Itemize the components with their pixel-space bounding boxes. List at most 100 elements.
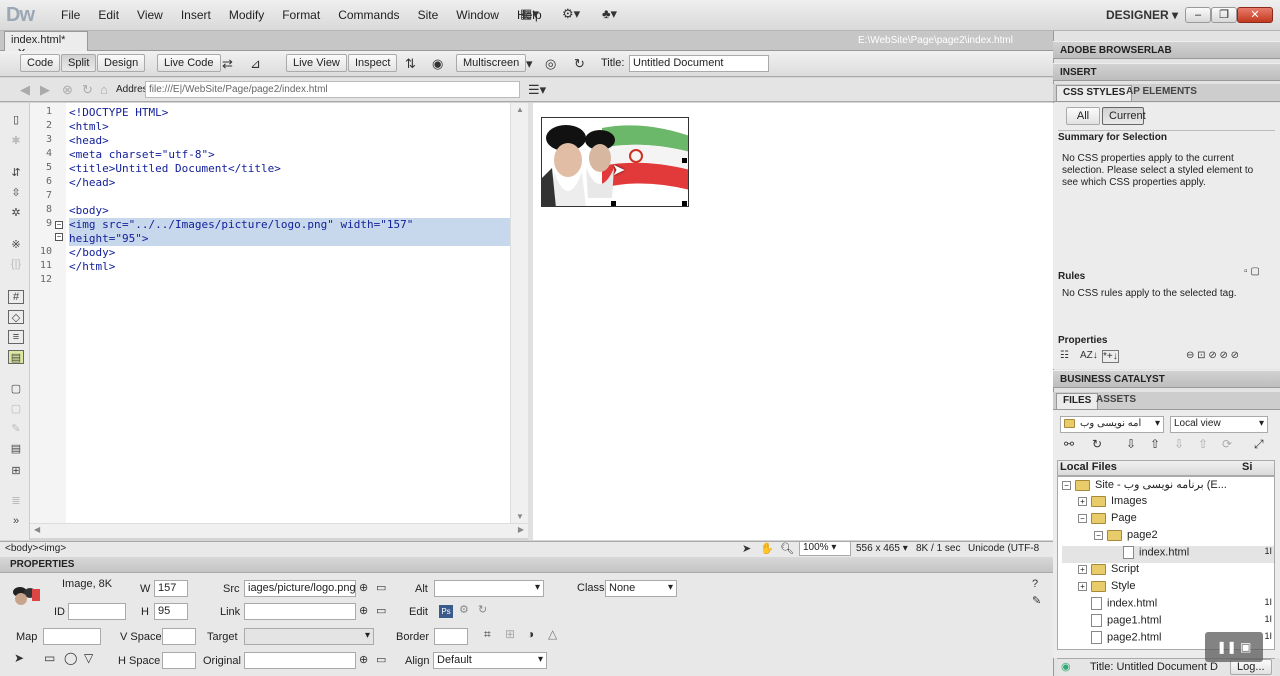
site-select[interactable]: امه نویسی وب xyxy=(1060,416,1164,433)
border-input[interactable] xyxy=(434,628,468,645)
code-line[interactable]: <img src="../../Images/picture/logo.png"… xyxy=(69,218,510,232)
window-size[interactable]: 556 x 465 ▾ xyxy=(856,543,908,554)
collapse-tag-icon[interactable]: ⇵ xyxy=(8,166,24,180)
sync-icon[interactable]: ⟳ xyxy=(1222,437,1232,451)
select-tool-icon[interactable]: ➤ xyxy=(742,542,751,555)
expand-toggle-icon[interactable]: + xyxy=(1078,581,1087,591)
crop-icon[interactable]: ⌗ xyxy=(484,627,491,642)
remove-comment-icon[interactable]: ▢ xyxy=(8,402,24,416)
expand-toggle-icon[interactable]: − xyxy=(1062,480,1071,490)
resize-handle-corner[interactable] xyxy=(682,201,687,206)
tag-selector[interactable]: <body><img> xyxy=(5,543,66,554)
menu-insert[interactable]: Insert xyxy=(172,8,220,22)
live-code-button[interactable]: Live Code xyxy=(157,54,221,72)
sharpen-icon[interactable]: △ xyxy=(548,627,557,641)
photoshop-edit-icon[interactable]: Ps xyxy=(439,605,453,618)
alt-select[interactable] xyxy=(434,580,544,597)
fold-end-icon[interactable]: − xyxy=(55,233,63,241)
polygon-hotspot-icon[interactable]: ▽ xyxy=(84,651,93,665)
home-icon[interactable]: ⌂ xyxy=(100,82,108,97)
update-from-original-icon[interactable]: ↻ xyxy=(478,603,487,616)
expand-panel-icon[interactable]: ⤢ xyxy=(1254,437,1264,452)
code-line[interactable] xyxy=(69,274,549,288)
width-input[interactable]: 157 xyxy=(154,580,188,597)
menu-commands[interactable]: Commands xyxy=(329,8,408,22)
code-line[interactable]: <meta charset="utf-8"> xyxy=(69,148,549,162)
help-icon[interactable]: ? xyxy=(1032,578,1038,590)
code-line[interactable]: <html> xyxy=(69,120,549,134)
checkin-icon[interactable]: ⇧ xyxy=(1198,437,1208,451)
rules-info-icon[interactable]: ▫ ▢ xyxy=(1244,266,1260,277)
code-line[interactable]: <title>Untitled Document</title> xyxy=(69,162,549,176)
move-css-icon[interactable]: ⊞ xyxy=(8,464,24,478)
split-view-button[interactable]: Split xyxy=(61,54,97,72)
code-editor[interactable]: <!DOCTYPE HTML> <html> <head> <meta charset… xyxy=(66,103,510,523)
attach-stylesheet-icon[interactable]: ⊖ ⊡ ⊘ ⊘ ⊘ xyxy=(1186,350,1239,361)
id-input[interactable] xyxy=(68,603,126,620)
wrap-tag-icon[interactable]: ✎ xyxy=(8,422,24,436)
file-tree-item[interactable]: + Style xyxy=(1062,580,1274,597)
reload-icon[interactable]: ↻ xyxy=(82,82,93,98)
link-folder-icon[interactable]: ▭ xyxy=(376,604,386,617)
select-parent-tag-icon[interactable]: ※ xyxy=(8,238,24,252)
code-line[interactable]: </head> xyxy=(69,176,549,190)
original-input[interactable] xyxy=(244,652,356,669)
site-icon[interactable]: ♣▾ xyxy=(602,6,617,22)
highlight-invalid-icon[interactable]: ◇ xyxy=(8,310,24,324)
connect-icon[interactable]: ⚯ xyxy=(1064,437,1074,451)
forward-icon[interactable]: ▶ xyxy=(40,82,50,98)
brightness-icon[interactable]: ◑ xyxy=(527,627,534,641)
tab-assets[interactable]: ASSETS xyxy=(1090,393,1142,409)
code-line[interactable]: <!DOCTYPE HTML> xyxy=(69,106,549,120)
file-tree-item[interactable]: − Page xyxy=(1062,512,1274,529)
edit-settings-icon[interactable]: ⚙ xyxy=(459,603,469,616)
refresh-files-icon[interactable]: ↻ xyxy=(1092,437,1102,451)
address-input[interactable]: file:///E|/WebSite/Page/page2/index.html xyxy=(145,81,520,98)
code-line[interactable]: <body> xyxy=(69,204,549,218)
target-select[interactable] xyxy=(244,628,374,645)
properties-header[interactable]: PROPERTIES xyxy=(0,557,1053,573)
css-current-button[interactable]: Current xyxy=(1102,107,1146,125)
circle-hotspot-icon[interactable]: ◯ xyxy=(64,651,77,665)
menu-window[interactable]: Window xyxy=(447,8,508,22)
workspace-switcher[interactable]: DESIGNER ▾ xyxy=(1106,8,1178,22)
code-line[interactable] xyxy=(69,190,549,204)
expand-toggle-icon[interactable]: − xyxy=(1078,513,1087,523)
browserlab-panel-header[interactable]: ADOBE BROWSERLAB xyxy=(1053,41,1280,59)
file-tree-item[interactable]: − Site - برنامه نویسی وب (E... xyxy=(1062,478,1274,495)
get-files-icon[interactable]: ⇩ xyxy=(1126,437,1136,451)
code-line[interactable]: <head> xyxy=(69,134,549,148)
code-vertical-scrollbar[interactable]: ▼ ▲ xyxy=(510,103,528,523)
code-horizontal-scrollbar[interactable]: ◀ ▶ xyxy=(30,523,528,538)
file-tree-item[interactable]: + Images xyxy=(1062,495,1274,512)
file-tree-item[interactable]: − page2 xyxy=(1062,529,1274,546)
hand-tool-icon[interactable]: ✋ xyxy=(760,542,774,555)
align-select[interactable]: Default xyxy=(433,652,547,669)
tab-ap-elements[interactable]: AP ELEMENTS xyxy=(1120,85,1203,101)
file-tree-item[interactable]: + Script xyxy=(1062,563,1274,580)
map-input[interactable] xyxy=(43,628,101,645)
local-files-header[interactable]: Local Files xyxy=(1060,461,1117,473)
checkout-icon[interactable]: ⇩ xyxy=(1174,437,1184,451)
preview-icon[interactable]: ◉ xyxy=(432,56,443,72)
quick-tag-editor-icon[interactable]: ✎ xyxy=(1032,594,1041,607)
browse-folder-icon[interactable]: ▭ xyxy=(376,581,386,594)
gear-icon[interactable]: ⚙▾ xyxy=(562,6,580,22)
design-view-button[interactable]: Design xyxy=(97,54,146,72)
live-view-button[interactable]: Live View xyxy=(286,54,347,72)
resize-handle-bottom[interactable] xyxy=(611,201,616,206)
inspect-code-icon[interactable]: ⇄ xyxy=(222,56,233,72)
show-code-navigator-icon[interactable]: ✱ xyxy=(8,134,24,148)
insert-panel-header[interactable]: INSERT xyxy=(1053,63,1280,81)
restore-button[interactable]: ❐ xyxy=(1211,7,1237,23)
class-select[interactable]: None xyxy=(605,580,677,597)
more-tools-icon[interactable]: » xyxy=(8,515,24,529)
visual-aids-icon[interactable]: ◎ xyxy=(545,56,556,72)
menu-view[interactable]: View xyxy=(128,8,172,22)
menu-format[interactable]: Format xyxy=(273,8,329,22)
minimize-button[interactable]: – xyxy=(1185,7,1211,23)
file-tree-item[interactable]: index.html 1I xyxy=(1062,546,1274,563)
resample-icon[interactable]: ⊞ xyxy=(505,627,515,641)
business-catalyst-header[interactable]: BUSINESS CATALYST xyxy=(1053,370,1280,388)
expand-toggle-icon[interactable]: + xyxy=(1078,564,1087,574)
